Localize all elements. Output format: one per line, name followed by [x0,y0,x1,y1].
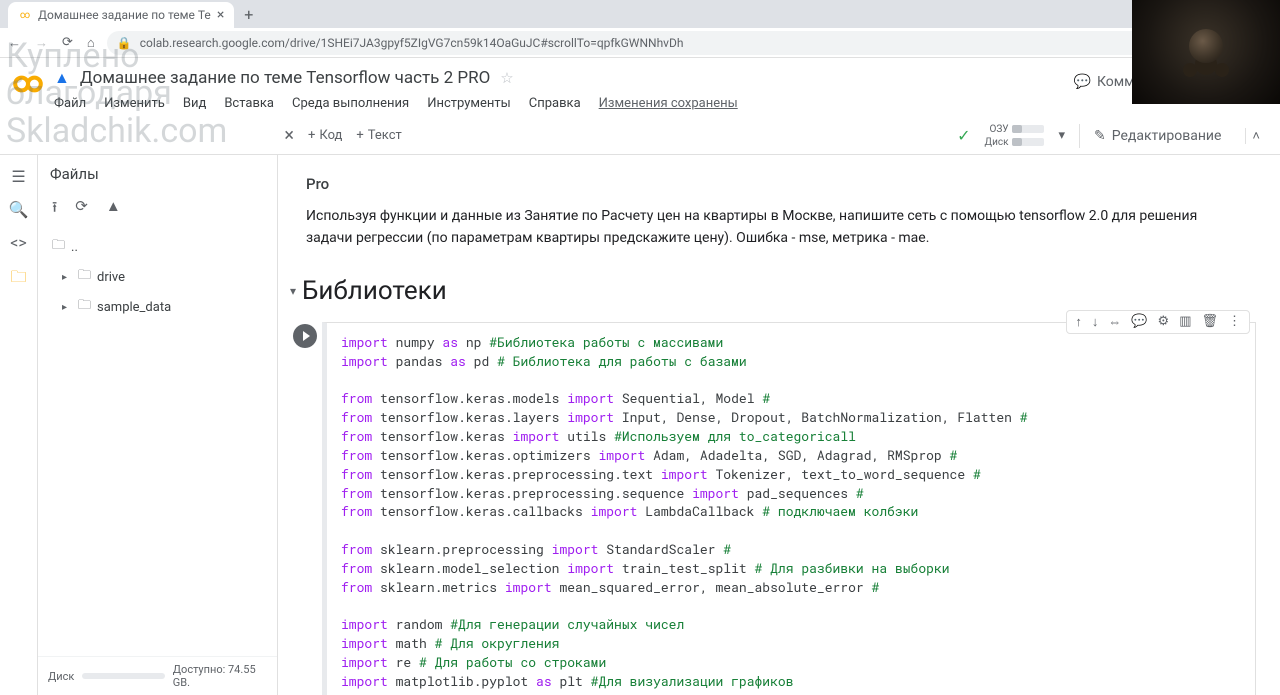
caret-right-icon: ▸ [62,302,72,313]
folder-icon: 🗀 [52,236,65,258]
connected-check-icon: ✓ [957,126,970,145]
mount-drive-icon[interactable]: ▲ [106,197,121,222]
text-cell-body: Используя функции и данные из Занятие по… [306,205,1246,250]
nav-home-icon[interactable]: ⌂ [87,35,95,51]
browser-tab[interactable]: ∞ Домашнее задание по теме Te × [8,2,234,28]
file-tree: 🗀 .. ▸ 🗀 drive ▸ 🗀 sample_data [38,232,277,656]
menu-runtime[interactable]: Среда выполнения [292,96,409,111]
tab-close-icon[interactable]: × [217,7,224,23]
colab-header: ▲ Домашнее задание по теме Tensorflow ча… [0,58,1280,117]
plus-icon: + [356,128,363,143]
code-cell-imports[interactable]: ↑ ↓ ⇔ 💬 ⚙ ▥ 🗑 ⋮ import numpy as np #Библ… [288,322,1256,695]
files-panel: Файлы ⭱ ⟳ ▲ 🗀 .. ▸ 🗀 drive ▸ 🗀 sample_da… [38,155,278,695]
document-title[interactable]: Домашнее задание по теме Tensorflow част… [80,68,490,88]
edit-mode-button[interactable]: ✎ Редактирование [1079,124,1221,148]
cell-delete-icon[interactable]: 🗑 [1201,314,1218,330]
url-text: colab.research.google.com/drive/1SHEi7JA… [140,36,684,50]
cell-move-up-icon[interactable]: ↑ [1075,314,1082,330]
menu-help[interactable]: Справка [529,96,581,111]
folder-icon: 🗀 [78,266,91,288]
toc-icon[interactable]: ☰ [11,167,25,186]
ram-bar [1012,125,1044,133]
collapse-header-icon[interactable]: ˄ [1245,128,1266,144]
section-caret-icon[interactable]: ▾ [290,284,296,298]
caret-right-icon: ▸ [62,272,72,283]
menu-bar: Файл Изменить Вид Вставка Среда выполнен… [54,92,1064,117]
cell-more-icon[interactable]: ⋮ [1228,314,1241,330]
files-title: Файлы [50,165,99,183]
menu-view[interactable]: Вид [183,96,206,111]
menu-insert[interactable]: Вставка [224,96,274,111]
section-libraries[interactable]: ▾ Библиотеки [288,264,1256,316]
code-editor[interactable]: import numpy as np #Библиотека работы с … [322,322,1256,695]
disk-bar [1012,138,1044,146]
menu-file[interactable]: Файл [54,96,86,111]
left-icon-rail: ☰ 🔍 <> 🗀 [0,155,38,695]
nav-back-icon[interactable]: ← [8,35,21,51]
add-code-button[interactable]: + Код [308,128,342,143]
file-tree-sample-data[interactable]: ▸ 🗀 sample_data [38,292,277,322]
files-icon[interactable]: 🗀 [10,266,26,293]
notebook-area[interactable]: Pro Используя функции и данные из Заняти… [278,155,1280,695]
upload-icon[interactable]: ⭱ [52,197,57,222]
drive-icon: ▲ [54,68,70,88]
runtime-menu-caret-icon[interactable]: ▾ [1058,128,1065,143]
cell-mirror-icon[interactable]: ▥ [1179,314,1191,330]
snippets-icon[interactable]: <> [10,233,27,252]
address-bar[interactable]: 🔒 colab.research.google.com/drive/1SHEi7… [107,31,1226,55]
folder-icon: 🗀 [78,296,91,318]
refresh-icon[interactable]: ⟳ [75,197,88,222]
run-cell-button[interactable] [293,324,317,348]
webcam-overlay [1132,0,1280,104]
files-footer: Диск Доступно: 74.55 GB. [38,656,277,695]
tab-title: Домашнее задание по теме Te [38,8,211,22]
menu-edit[interactable]: Изменить [104,96,165,111]
cell-toolbar: ↑ ↓ ⇔ 💬 ⚙ ▥ 🗑 ⋮ [1066,310,1250,334]
files-panel-close-icon[interactable]: × [284,125,294,146]
add-text-button[interactable]: + Текст [356,128,401,143]
notebook-toolbar: × + Код + Текст ✓ ОЗУ Диск ▾ ✎ Редактиро… [0,117,1280,155]
new-tab-button[interactable]: + [234,1,263,28]
resource-gauges[interactable]: ОЗУ Диск [985,124,1045,148]
file-tree-drive[interactable]: ▸ 🗀 drive [38,262,277,292]
colab-logo[interactable] [12,68,44,100]
browser-chrome: ∞ Домашнее задание по теме Te × + ← → ⟳ … [0,0,1280,58]
cell-settings-icon[interactable]: ⚙ [1158,314,1170,330]
lock-icon: 🔒 [117,36,132,50]
save-status[interactable]: Изменения сохранены [599,96,738,111]
text-cell-pro[interactable]: Pro Используя функции и данные из Заняти… [288,171,1256,264]
text-cell-title: Pro [306,175,1246,193]
menu-tools[interactable]: Инструменты [427,96,511,111]
nav-reload-icon[interactable]: ⟳ [62,35,73,51]
cell-comment-icon[interactable]: 💬 [1131,314,1147,330]
cell-link-icon[interactable]: ⇔ [1108,314,1121,330]
comment-icon: 💬 [1074,74,1091,90]
cell-move-down-icon[interactable]: ↓ [1092,314,1099,330]
nav-forward-icon[interactable]: → [35,35,48,51]
star-icon[interactable]: ☆ [500,69,513,87]
plus-icon: + [308,128,315,143]
tab-favicon: ∞ [18,8,32,22]
file-tree-parent[interactable]: 🗀 .. [38,232,277,262]
disk-usage-bar [82,673,164,679]
search-icon[interactable]: 🔍 [9,200,29,219]
pencil-icon: ✎ [1094,128,1106,144]
